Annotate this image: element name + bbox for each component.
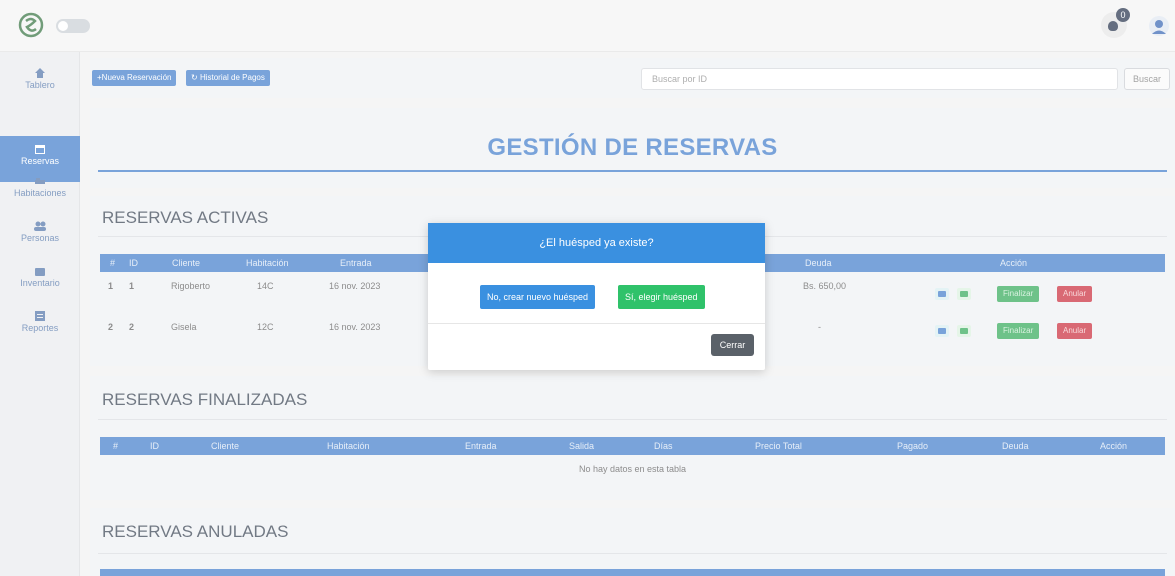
close-button[interactable]: Cerrar: [711, 334, 754, 356]
guest-exists-modal: ¿El huésped ya existe? No, crear nuevo h…: [428, 223, 765, 370]
modal-title: ¿El huésped ya existe?: [428, 223, 765, 263]
choose-guest-button[interactable]: Sí, elegir huésped: [618, 285, 705, 309]
create-new-guest-button[interactable]: No, crear nuevo huésped: [480, 285, 596, 309]
modal-divider: [428, 323, 765, 324]
